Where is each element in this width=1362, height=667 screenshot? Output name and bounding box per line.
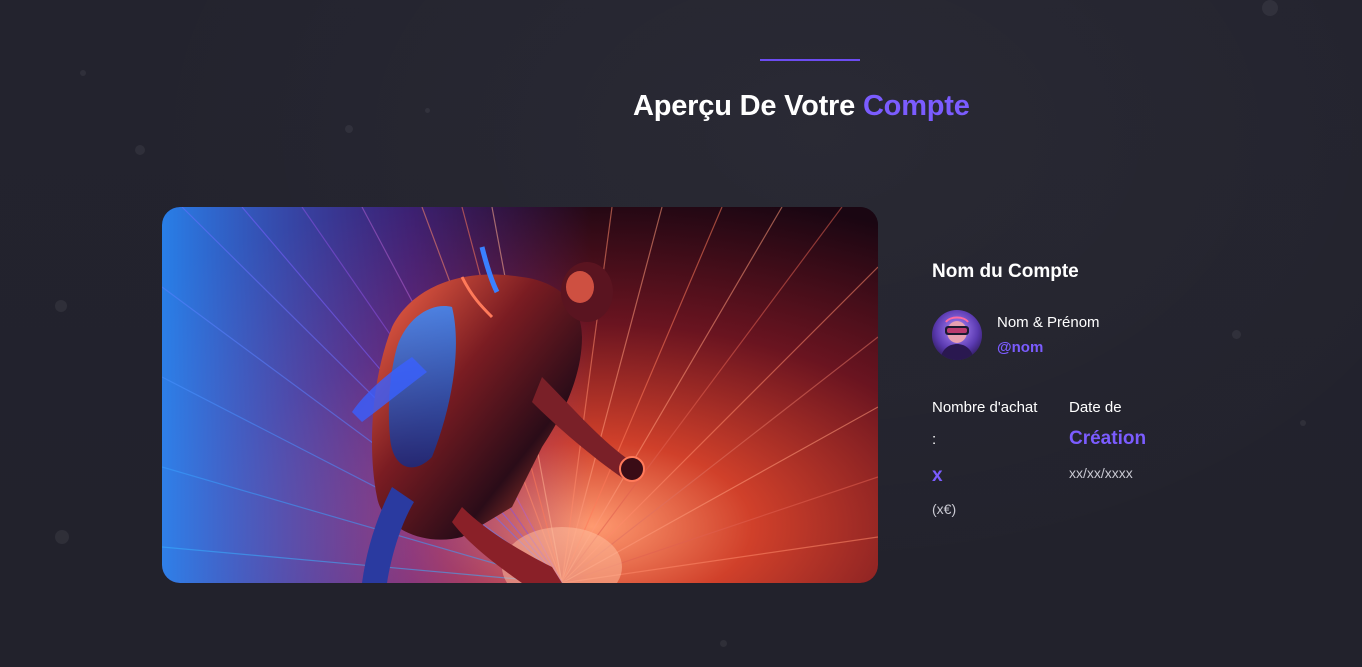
purchases-value: x: [932, 465, 943, 486]
page-title-main: Aperçu De Votre: [633, 90, 856, 122]
account-info-panel: Nom du Compte Nom & Prénom @nom Nombre d…: [932, 258, 1262, 519]
bg-particle: [1300, 420, 1306, 426]
bg-particle: [345, 125, 353, 133]
purchases-colon: :: [932, 431, 937, 448]
page-title-accent: Compte: [862, 90, 970, 122]
profile-row: Nom & Prénom @nom: [932, 310, 1262, 360]
bg-particle: [720, 640, 727, 647]
bg-particle: [135, 145, 145, 155]
creation-label: Date de: [1069, 399, 1122, 416]
account-name-heading: Nom du Compte: [932, 261, 1079, 282]
account-stats: Nombre d'achat : x (x€) Date de Création…: [932, 396, 1262, 519]
bg-particle: [425, 108, 430, 113]
creation-value: Création: [1069, 428, 1147, 449]
bg-particle: [1262, 0, 1278, 16]
full-name: Nom & Prénom: [997, 313, 1100, 331]
account-overview-page: Aperçu De Votre Compte Nom du Compte Nom…: [0, 0, 1362, 667]
bg-particle: [55, 530, 69, 544]
creation-stat: Date de Création xx/xx/xxxx: [1069, 396, 1146, 519]
creation-date: xx/xx/xxxx: [1069, 465, 1133, 481]
user-handle: @nom: [997, 338, 1044, 356]
bg-particle: [55, 300, 67, 312]
bg-particle: [80, 70, 86, 76]
purchases-label: Nombre d'achat: [932, 399, 1038, 416]
hero-image: [162, 207, 878, 583]
title-divider: [760, 59, 860, 61]
page-title: Aperçu De Votre Compte: [633, 90, 970, 123]
profile-text: Nom & Prénom @nom: [997, 313, 1100, 358]
vr-user-avatar-icon: [932, 310, 982, 360]
purchases-stat: Nombre d'achat : x (x€): [932, 396, 1069, 519]
cyber-runner-illustration-icon: [162, 207, 878, 583]
purchases-amount: (x€): [932, 501, 957, 517]
